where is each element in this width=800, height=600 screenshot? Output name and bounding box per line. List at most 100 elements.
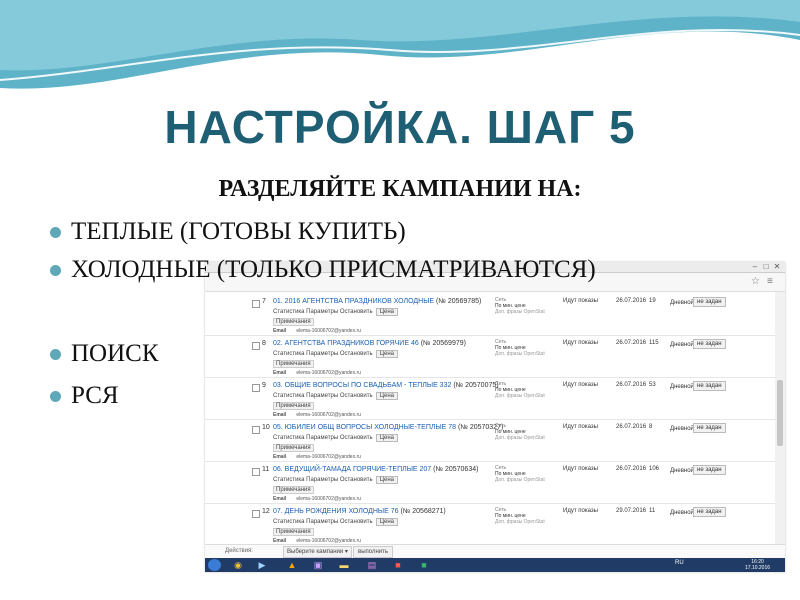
campaign-name-link[interactable]: 02. АГЕНТСТВА ПРАЗДНИКОВ ГОРЯЧИЕ 46 (№ 2… [273,340,466,347]
campaign-budget-mode: Дневной [670,300,694,306]
chrome-icon[interactable]: ◉ [231,559,245,571]
campaign-checkbox[interactable] [252,426,260,434]
campaign-row: 8 02. АГЕНТСТВА ПРАЗДНИКОВ ГОРЯЧИЕ 46 (№… [205,334,775,378]
minimize-button[interactable]: – [750,262,760,272]
scrollbar-thumb[interactable] [777,380,783,446]
bullet-text: ХОЛОДНЫЕ (ТОЛЬКО ПРИСМАТРИВАЮТСЯ) [71,256,596,283]
campaign-status: Идут показы [563,508,598,514]
campaign-strategy: Сеть По мин. цене Доп. фразы OpenStat [495,465,545,483]
campaign-actions[interactable]: Статистика Параметры Остановить Цена [273,434,399,442]
campaign-status: Идут показы [563,466,598,472]
campaign-select-dropdown[interactable]: Выберите кампании ▾ [283,546,352,558]
campaign-checkbox[interactable] [252,468,260,476]
campaign-row: 9 03. ОБЩИЕ ВОПРОСЫ ПО СВАДЬБАМ - ТЕПЛЫЕ… [205,376,775,420]
campaign-checkbox[interactable] [252,384,260,392]
campaign-status: Идут показы [563,298,598,304]
bullet-item: ПОИСК [50,340,159,368]
budget-button[interactable]: не задан [693,507,726,517]
slide-subtitle: РАЗДЕЛЯЙТЕ КАМПАНИИ НА: [218,176,582,202]
campaign-strategy: Сеть По мин. цене Доп. фразы OpenStat [495,339,545,357]
close-button[interactable]: ✕ [772,262,782,272]
campaign-strategy: Сеть По мин. цене Доп. фразы OpenStat [495,507,545,525]
campaign-number: 10 [262,424,270,431]
star-icon[interactable]: ☆ [751,276,760,288]
pdf-icon[interactable]: ■ [391,559,405,571]
campaign-checkbox[interactable] [252,510,260,518]
campaign-count: 115 [649,340,659,346]
bullet-dot-icon [50,264,61,276]
notes-button[interactable]: Примечания [273,402,314,410]
vertical-scrollbar[interactable] [775,292,785,544]
campaign-strategy: Сеть По мин. цене Доп. фразы OpenStat [495,381,545,399]
price-button[interactable]: Цена [375,518,399,526]
folder-icon[interactable]: ▬ [337,559,351,571]
campaign-count: 8 [649,424,653,430]
system-clock[interactable]: 16:20 17.10.2016 [745,559,770,571]
campaign-name-link[interactable]: 01. 2016 АГЕНТСТВА ПРАЗДНИКОВ ХОЛОДНЫЕ (… [273,298,481,305]
notes-button[interactable]: Примечания [273,486,314,494]
campaign-name-link[interactable]: 06. ВЕДУЩИЙ-ТАМАДА ГОРЯЧИЕ-ТЕПЛЫЕ 207 (№… [273,466,478,473]
notes-button[interactable]: Примечания [273,444,314,452]
excel-icon[interactable]: ■ [417,559,431,571]
campaign-budget-mode: Дневной [670,384,694,390]
campaign-row: 7 01. 2016 АГЕНТСТВА ПРАЗДНИКОВ ХОЛОДНЫЕ… [205,292,775,336]
campaign-number: 12 [262,508,270,515]
campaign-name-link[interactable]: 05. ЮБИЛЕИ ОБЩ ВОПРОСЫ ХОЛОДНЫЕ-ТЕПЛЫЕ 7… [273,424,503,431]
budget-button[interactable]: не задан [693,423,726,433]
campaign-date: 29.07.2016 [616,508,647,514]
actions-bar: Действия: Выберите кампании ▾ выполнить [205,544,785,559]
language-indicator[interactable]: RU [675,560,684,566]
budget-button[interactable]: не задан [693,381,726,391]
campaign-number: 8 [262,340,266,347]
campaign-budget-mode: Дневной [670,468,694,474]
campaign-strategy: Сеть По мин. цене Доп. фразы OpenStat [495,297,545,315]
campaign-actions[interactable]: Статистика Параметры Остановить Цена [273,476,399,484]
campaign-count: 53 [649,382,656,388]
notes-button[interactable]: Примечания [273,360,314,368]
maximize-button[interactable]: □ [761,262,771,272]
campaign-count: 106 [649,466,660,472]
price-button[interactable]: Цена [375,434,399,442]
menu-icon[interactable]: ≡ [767,276,773,288]
campaign-status: Идут показы [563,424,598,430]
campaign-actions[interactable]: Статистика Параметры Остановить Цена [273,518,399,526]
bullet-item: ХОЛОДНЫЕ (ТОЛЬКО ПРИСМАТРИВАЮТСЯ) [50,256,596,284]
winrar-icon[interactable]: ▣ [311,559,325,571]
budget-button[interactable]: не задан [693,339,726,349]
windows-taskbar: ◉ ▶ ▲ ▣ ▬ ▤ ■ ■ RU 16:20 17.10.2016 [205,558,785,572]
avast-icon[interactable]: ▲ [285,559,299,571]
notes-button[interactable]: Примечания [273,318,314,326]
start-button-icon[interactable] [208,559,221,571]
price-button[interactable]: Цена [375,350,399,358]
campaign-number: 11 [262,466,270,473]
campaign-checkbox[interactable] [252,342,260,350]
decorative-wave [0,0,800,89]
campaigns-screenshot-window: – □ ✕ ☆ ≡ 7 01. 2016 АГЕНТСТВА ПРАЗДНИКО… [205,262,785,572]
archive-icon[interactable]: ▤ [365,559,379,571]
price-button[interactable]: Цена [375,392,399,400]
campaign-actions[interactable]: Статистика Параметры Остановить Цена [273,392,399,400]
campaign-checkbox[interactable] [252,300,260,308]
campaign-actions[interactable]: Статистика Параметры Остановить Цена [273,350,399,358]
budget-button[interactable]: не задан [693,297,726,307]
campaign-row: 11 06. ВЕДУЩИЙ-ТАМАДА ГОРЯЧИЕ-ТЕПЛЫЕ 207… [205,460,775,504]
campaign-date: 26.07.2016 [616,382,647,388]
execute-button[interactable]: выполнить [353,546,393,558]
campaign-actions[interactable]: Статистика Параметры Остановить Цена [273,308,399,316]
campaign-budget-mode: Дневной [670,510,694,516]
campaign-row: 12 07. ДЕНЬ РОЖДЕНИЯ ХОЛОДНЫЕ 76 (№ 2056… [205,502,775,546]
notes-button[interactable]: Примечания [273,528,314,536]
actions-label: Действия: [225,548,253,554]
bullet-text: ПОИСК [71,340,159,367]
campaign-strategy: Сеть По мин. цене Доп. фразы OpenStat [495,423,545,441]
media-player-icon[interactable]: ▶ [255,559,269,571]
budget-button[interactable]: не задан [693,465,726,475]
campaign-date: 26.07.2016 [616,340,647,346]
price-button[interactable]: Цена [375,476,399,484]
campaign-name-link[interactable]: 07. ДЕНЬ РОЖДЕНИЯ ХОЛОДНЫЕ 76 (№ 2056827… [273,508,446,515]
campaign-name-link[interactable]: 03. ОБЩИЕ ВОПРОСЫ ПО СВАДЬБАМ - ТЕПЛЫЕ 3… [273,382,499,389]
price-button[interactable]: Цена [375,308,399,316]
campaign-budget-mode: Дневной [670,342,694,348]
bullet-dot-icon [50,348,61,360]
campaign-row: 10 05. ЮБИЛЕИ ОБЩ ВОПРОСЫ ХОЛОДНЫЕ-ТЕПЛЫ… [205,418,775,462]
